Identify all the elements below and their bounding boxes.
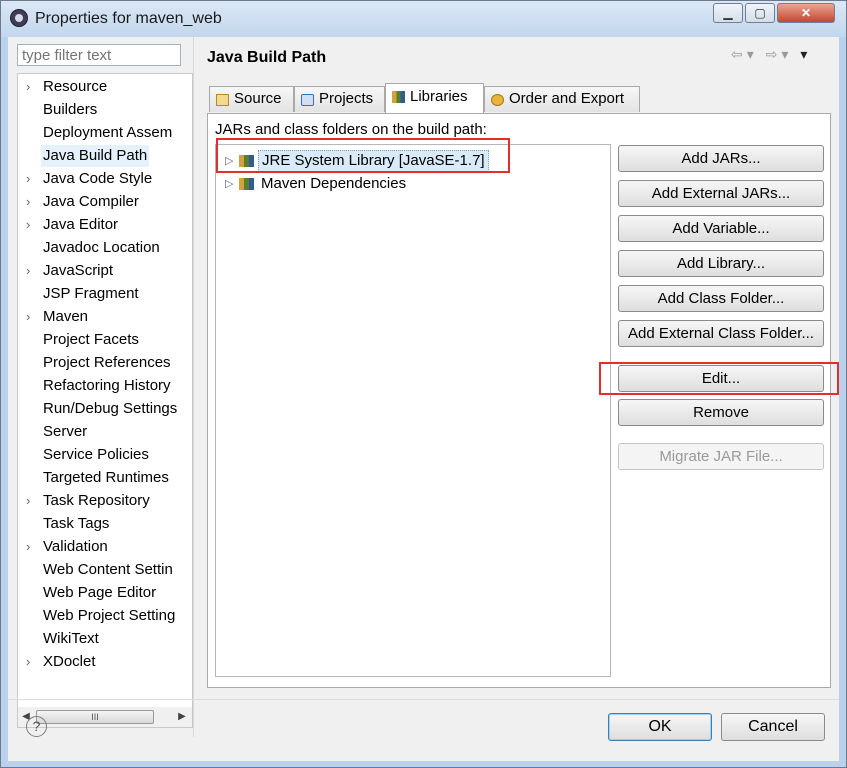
help-icon[interactable]: ?: [26, 716, 47, 737]
title-bar[interactable]: Properties for maven_web ▁ ▢ ✕: [1, 1, 846, 37]
tree-item-label: Project Facets: [43, 331, 139, 348]
tab-order-and-export[interactable]: Order and Export: [484, 86, 640, 112]
page-title: Java Build Path: [207, 49, 327, 66]
filter-input[interactable]: [17, 44, 181, 66]
dialog-body: › Resource Builders Deployment Assem Java Bu…: [8, 37, 839, 761]
add-external-class-folder-button[interactable]: Add External Class Folder...: [618, 320, 824, 347]
tree-item-label: WikiText: [43, 630, 99, 647]
tree-item-label: Resource: [43, 78, 108, 95]
tree-item-label: Maven: [43, 308, 89, 325]
footer-separator: [8, 699, 839, 700]
tree-item-label: Server: [43, 423, 88, 440]
add-class-folder-button[interactable]: Add Class Folder...: [618, 285, 824, 312]
tab-label: Order and Export: [509, 90, 625, 107]
migrate-jar-button[interactable]: Migrate JAR File...: [618, 443, 824, 470]
tab-libraries[interactable]: Libraries: [385, 83, 484, 113]
expand-arrow-icon[interactable]: ›: [26, 651, 30, 673]
tree-item-label: Javadoc Location: [43, 239, 160, 256]
property-page-tree: › Resource Builders Deployment Assem Java Bu…: [17, 73, 193, 728]
expand-arrow-icon[interactable]: ›: [26, 490, 30, 512]
remove-button[interactable]: Remove: [618, 399, 824, 426]
scroll-right-icon[interactable]: ▶: [174, 707, 190, 727]
minimize-button[interactable]: ▁: [713, 3, 743, 23]
tree-item-label: Task Repository: [43, 492, 150, 509]
add-variable-button[interactable]: Add Variable...: [618, 215, 824, 242]
tree-item-label: Java Build Path: [41, 145, 150, 167]
expand-arrow-icon[interactable]: ›: [26, 214, 30, 236]
tree-item-label: Targeted Runtimes: [43, 469, 169, 486]
tree-item-label: Java Compiler: [43, 193, 139, 210]
cancel-button[interactable]: Cancel: [721, 713, 825, 741]
page-navigation[interactable]: ⇦▾ ⇨▾ ▾: [731, 46, 811, 63]
forward-arrow-icon[interactable]: ⇨▾: [766, 46, 793, 62]
tree-item-label: Refactoring History: [43, 377, 171, 394]
maximize-button[interactable]: ▢: [745, 3, 775, 23]
tree-item-label: JSP Fragment: [43, 285, 139, 302]
add-external-jars-button[interactable]: Add External JARs...: [618, 180, 824, 207]
ok-button[interactable]: OK: [608, 713, 712, 741]
close-button[interactable]: ✕: [777, 3, 835, 23]
tab-label: Projects: [319, 90, 374, 107]
tree-item-label: Builders: [43, 101, 98, 118]
tab-projects[interactable]: Projects: [294, 86, 385, 112]
build-path-entries: ▷ JRE System Library [JavaSE-1.7] ▷ Mave…: [215, 144, 611, 677]
tree-item-label: Java Editor: [43, 216, 119, 233]
library-icon: [392, 91, 405, 103]
library-icon: [239, 155, 254, 167]
expand-arrow-icon[interactable]: ›: [26, 260, 30, 282]
window-title: Properties for maven_web: [35, 10, 222, 27]
tree-item-label: Service Policies: [43, 446, 149, 463]
edit-button[interactable]: Edit...: [618, 365, 824, 392]
expand-arrow-icon[interactable]: ›: [26, 191, 30, 213]
expand-arrow-icon[interactable]: ›: [26, 306, 30, 328]
tab-label: Source: [234, 90, 282, 107]
tree-item-label: Task Tags: [43, 515, 110, 532]
tree-item-label: Validation: [43, 538, 108, 555]
source-folder-icon: [216, 94, 229, 106]
library-icon: [239, 178, 254, 190]
order-export-icon: [491, 94, 504, 106]
tree-item-label: Web Content Settin: [43, 561, 173, 578]
entry-label: JRE System Library [JavaSE-1.7]: [258, 150, 489, 172]
tree-item-label: XDoclet: [43, 653, 96, 670]
eclipse-icon: [10, 9, 28, 27]
expand-arrow-icon[interactable]: ›: [26, 76, 30, 98]
expand-arrow-icon[interactable]: ▷: [225, 173, 233, 195]
entry-label: Maven Dependencies: [261, 175, 407, 192]
sash-divider[interactable]: [193, 37, 194, 737]
view-menu-icon[interactable]: ▾: [800, 46, 811, 62]
tree-item-label: Project References: [43, 354, 171, 371]
tab-source[interactable]: Source: [209, 86, 294, 112]
scroll-thumb[interactable]: III: [36, 710, 154, 724]
tree-item-label: Run/Debug Settings: [43, 400, 178, 417]
tree-item-label: Java Code Style: [43, 170, 153, 187]
tree-item-label: Deployment Assem: [43, 124, 173, 141]
tree-item-label: Web Page Editor: [43, 584, 157, 601]
add-library-button[interactable]: Add Library...: [618, 250, 824, 277]
add-jars-button[interactable]: Add JARs...: [618, 145, 824, 172]
tree-item-label: Web Project Setting: [43, 607, 176, 624]
back-arrow-icon[interactable]: ⇦▾: [731, 46, 758, 62]
tab-label: Libraries: [410, 88, 468, 105]
tree-item-label: JavaScript: [43, 262, 114, 279]
expand-arrow-icon[interactable]: ›: [26, 168, 30, 190]
properties-window: Properties for maven_web ▁ ▢ ✕ › Resource…: [0, 0, 847, 768]
libraries-caption: JARs and class folders on the build path…: [215, 121, 487, 138]
project-icon: [301, 94, 314, 106]
expand-arrow-icon[interactable]: ▷: [225, 150, 233, 172]
expand-arrow-icon[interactable]: ›: [26, 536, 30, 558]
